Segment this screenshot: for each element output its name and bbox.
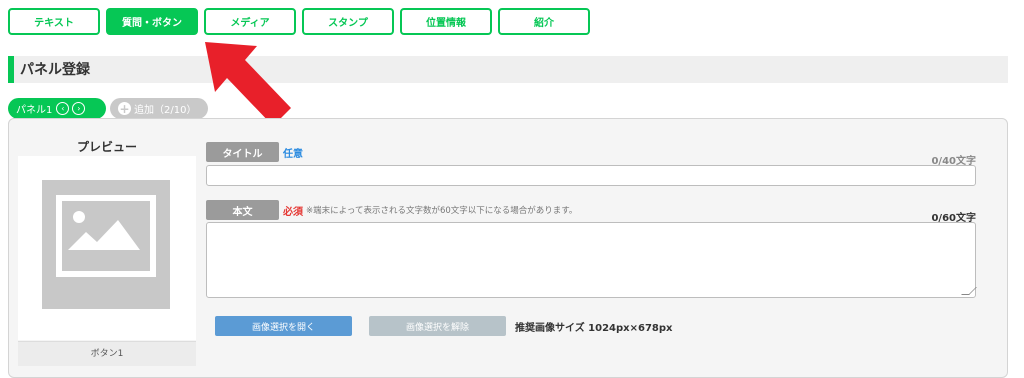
add-panel-label: 追加（2/10）	[134, 105, 197, 116]
body-textarea[interactable]	[206, 222, 977, 298]
title-field-label: タイトル	[206, 142, 279, 162]
tab-stamp[interactable]: スタンプ	[302, 8, 394, 35]
add-panel-button[interactable]: + 追加（2/10）	[110, 98, 208, 119]
tab-location[interactable]: 位置情報	[400, 8, 492, 35]
tab-question-button[interactable]: 質問・ボタン	[106, 8, 198, 35]
body-field-label: 本文	[206, 200, 279, 220]
panel-tab-label: パネル1	[16, 105, 53, 116]
section-header-bar	[8, 56, 1008, 83]
body-note: ※端末によって表示される文字数が60文字以下になる場合があります。	[306, 206, 578, 216]
section-title: パネル登録	[20, 62, 90, 78]
required-badge: 必須	[283, 207, 303, 218]
preview-label: プレビュー	[76, 140, 137, 154]
tab-text[interactable]: テキスト	[8, 8, 100, 35]
chevron-left-icon[interactable]: ‹	[56, 102, 70, 115]
panel-tab-1[interactable]: パネル1 ‹ ›	[8, 98, 106, 119]
chevron-right-icon[interactable]: ›	[72, 102, 86, 115]
plus-icon: +	[118, 101, 131, 116]
clear-image-select-button[interactable]: 画像選択を解除	[369, 316, 506, 336]
open-image-select-button[interactable]: 画像選択を開く	[215, 316, 352, 336]
red-arrow-annotation	[205, 42, 291, 126]
image-icon	[56, 195, 156, 277]
image-placeholder	[42, 180, 170, 309]
resize-handle-icon[interactable]	[961, 287, 977, 295]
title-input[interactable]	[206, 165, 976, 186]
tab-introduction[interactable]: 紹介	[498, 8, 590, 35]
optional-badge: 任意	[283, 149, 303, 160]
preview-button-label: ボタン1	[18, 341, 196, 366]
recommended-image-size: 推奨画像サイズ 1024px×678px	[515, 323, 673, 334]
